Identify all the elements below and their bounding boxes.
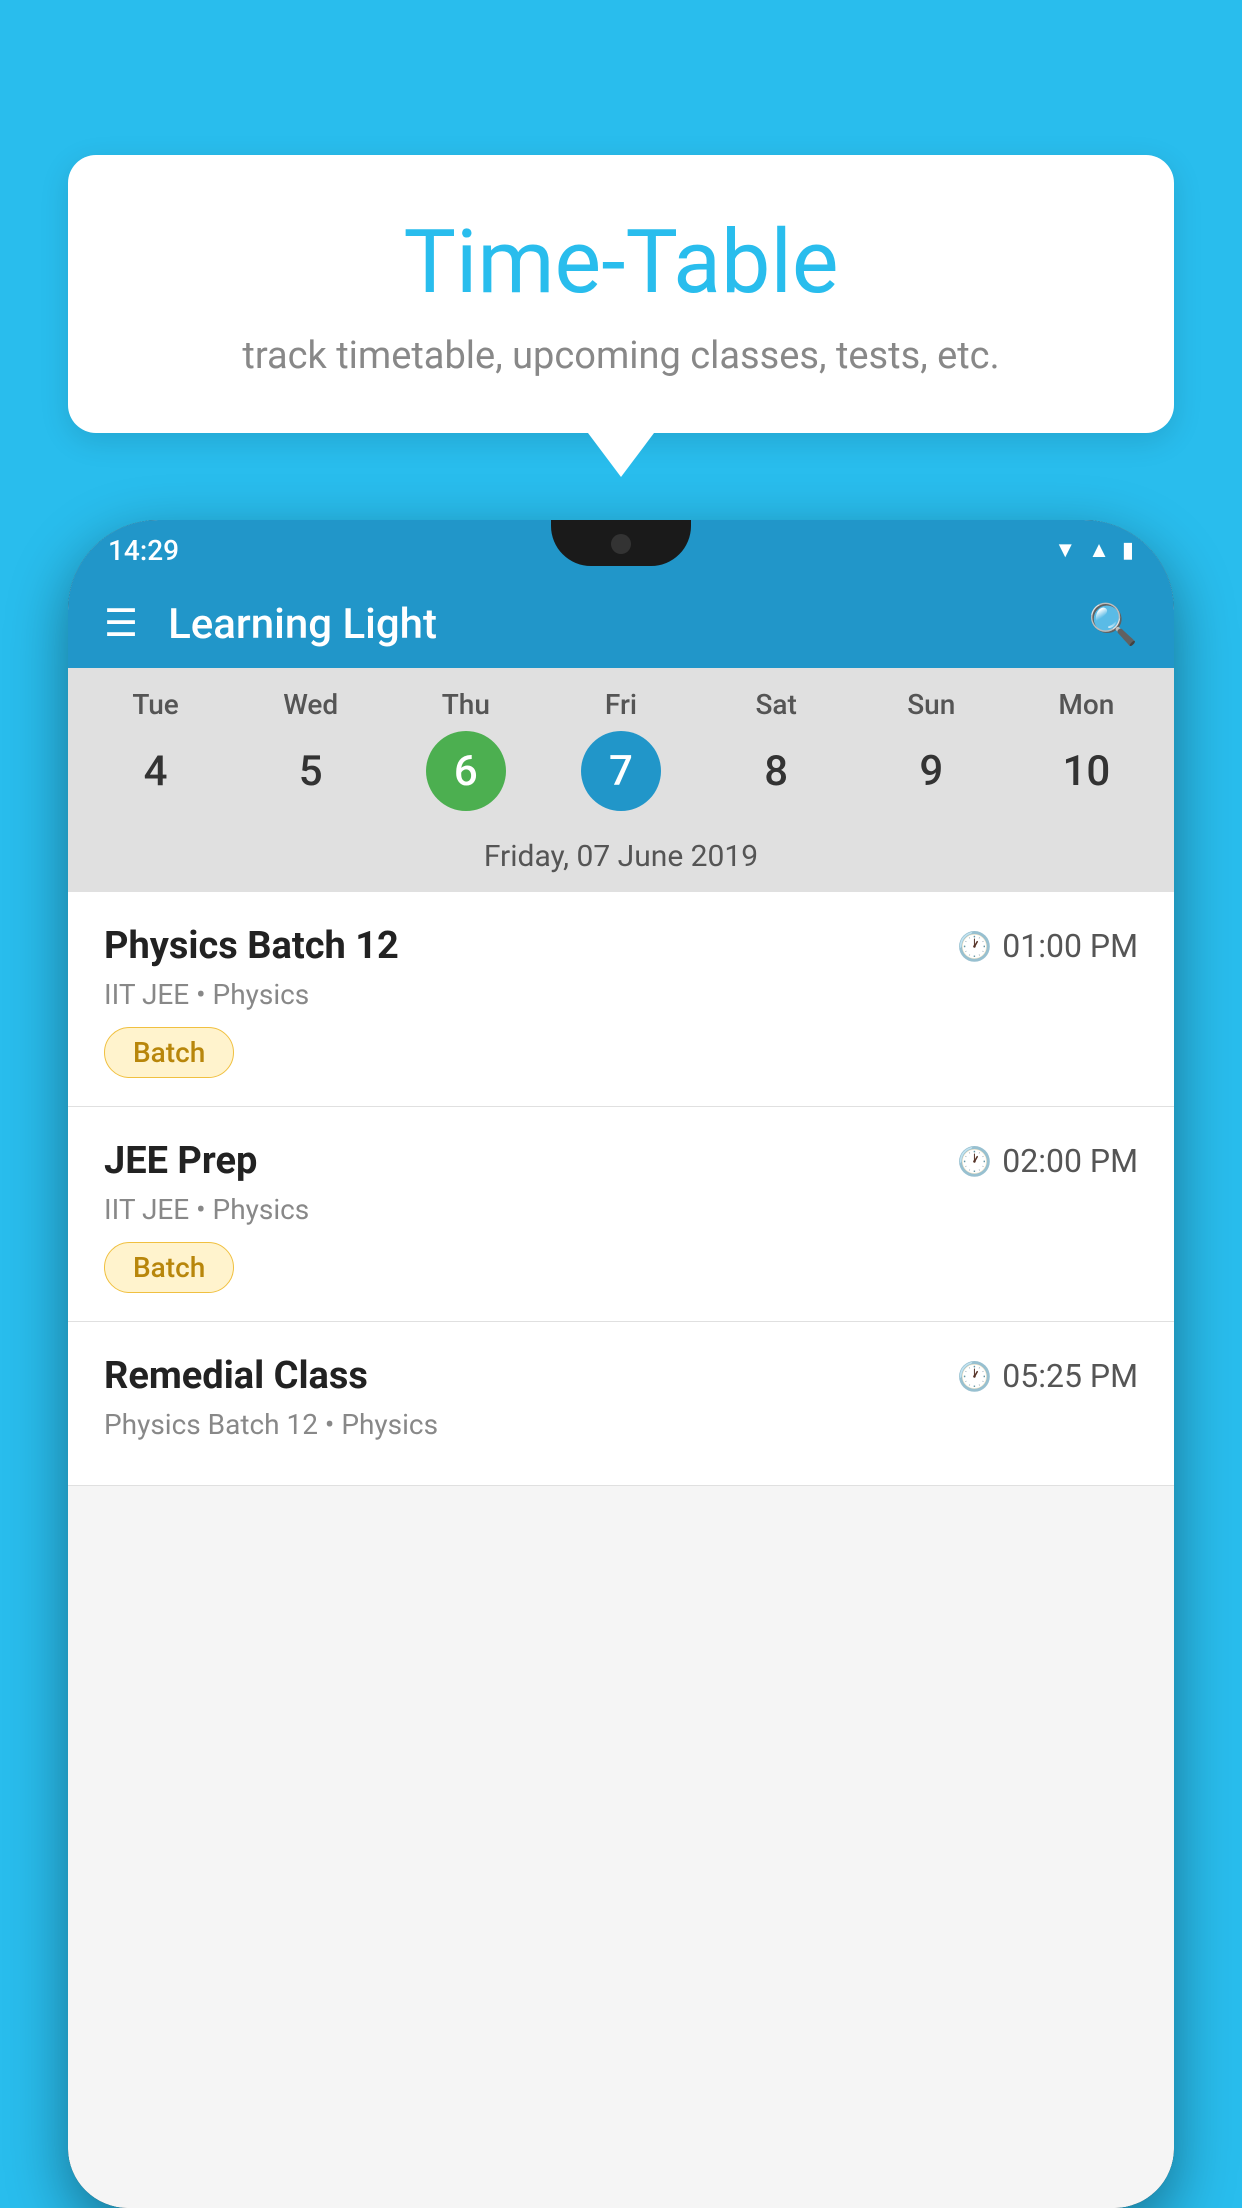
clock-icon: 🕐 [957, 930, 992, 963]
days-row: Tue 4 Wed 5 Thu 6 Fri 7 Sat 8 Sun 9 Mon 10 [68, 688, 1174, 829]
schedule-subtitle: Physics Batch 12 • Physics [104, 1408, 1138, 1441]
day-col-tue[interactable]: Tue 4 [91, 688, 221, 829]
schedule-subtitle: IIT JEE • Physics [104, 978, 1138, 1011]
hamburger-icon[interactable]: ☰ [104, 605, 138, 643]
selected-date-label: Friday, 07 June 2019 [68, 829, 1174, 892]
calendar-strip: Tue 4 Wed 5 Thu 6 Fri 7 Sat 8 Sun 9 Mon 10 Friday, 07… [68, 668, 1174, 892]
day-name: Tue [132, 688, 179, 721]
battery-icon: ▮ [1122, 538, 1134, 563]
day-name: Thu [442, 688, 490, 721]
tooltip-card: Time-Table track timetable, upcoming cla… [68, 155, 1174, 433]
tooltip-title: Time-Table [118, 215, 1124, 312]
time-text: 02:00 PM [1002, 1142, 1138, 1180]
schedule-item[interactable]: JEE Prep 🕐 02:00 PM IIT JEE • Physics Batch [68, 1107, 1174, 1322]
day-name: Fri [605, 688, 637, 721]
wifi-icon [1054, 537, 1076, 563]
day-name: Sun [907, 688, 955, 721]
schedule-time: 🕐 02:00 PM [957, 1142, 1138, 1180]
signal-icon: ▲ [1088, 537, 1110, 563]
schedule-title: JEE Prep [104, 1139, 257, 1183]
schedule-item-header: JEE Prep 🕐 02:00 PM [104, 1139, 1138, 1183]
day-number: 6 [426, 731, 506, 811]
schedule-item[interactable]: Remedial Class 🕐 05:25 PM Physics Batch 12 … [68, 1322, 1174, 1486]
time-text: 01:00 PM [1002, 927, 1138, 965]
day-number: 7 [581, 731, 661, 811]
day-name: Sat [755, 688, 796, 721]
day-col-mon[interactable]: Mon 10 [1021, 688, 1151, 829]
day-number: 10 [1046, 731, 1126, 811]
search-icon[interactable]: 🔍 [1088, 601, 1138, 648]
schedule-item[interactable]: Physics Batch 12 🕐 01:00 PM IIT JEE • Physi… [68, 892, 1174, 1107]
status-icons: ▲ ▮ [1054, 537, 1134, 563]
day-col-wed[interactable]: Wed 5 [246, 688, 376, 829]
day-col-sun[interactable]: Sun 9 [866, 688, 996, 829]
schedule-time: 🕐 05:25 PM [957, 1357, 1138, 1395]
app-header: ☰ Learning Light 🔍 [68, 580, 1174, 668]
time-text: 05:25 PM [1002, 1357, 1138, 1395]
schedule-time: 🕐 01:00 PM [957, 927, 1138, 965]
tooltip-subtitle: track timetable, upcoming classes, tests… [118, 334, 1124, 378]
schedule-list: Physics Batch 12 🕐 01:00 PM IIT JEE • Physi… [68, 892, 1174, 2208]
day-number: 5 [271, 731, 351, 811]
clock-icon: 🕐 [957, 1145, 992, 1178]
schedule-title: Physics Batch 12 [104, 924, 399, 968]
batch-badge: Batch [104, 1027, 234, 1078]
schedule-item-header: Physics Batch 12 🕐 01:00 PM [104, 924, 1138, 968]
day-col-sat[interactable]: Sat 8 [711, 688, 841, 829]
schedule-title: Remedial Class [104, 1354, 368, 1398]
day-col-thu[interactable]: Thu 6 [401, 688, 531, 829]
day-col-fri[interactable]: Fri 7 [556, 688, 686, 829]
day-number: 4 [116, 731, 196, 811]
status-time: 14:29 [108, 534, 179, 567]
day-name: Wed [283, 688, 338, 721]
batch-badge: Batch [104, 1242, 234, 1293]
day-number: 8 [736, 731, 816, 811]
day-name: Mon [1058, 688, 1114, 721]
schedule-subtitle: IIT JEE • Physics [104, 1193, 1138, 1226]
app-title: Learning Light [168, 600, 1088, 649]
schedule-item-header: Remedial Class 🕐 05:25 PM [104, 1354, 1138, 1398]
day-number: 9 [891, 731, 971, 811]
clock-icon: 🕐 [957, 1360, 992, 1393]
camera-dot [611, 534, 631, 554]
phone-frame: 14:29 ▲ ▮ ☰ Learning Light 🔍 Tue 4 Wed 5 Thu… [68, 520, 1174, 2208]
